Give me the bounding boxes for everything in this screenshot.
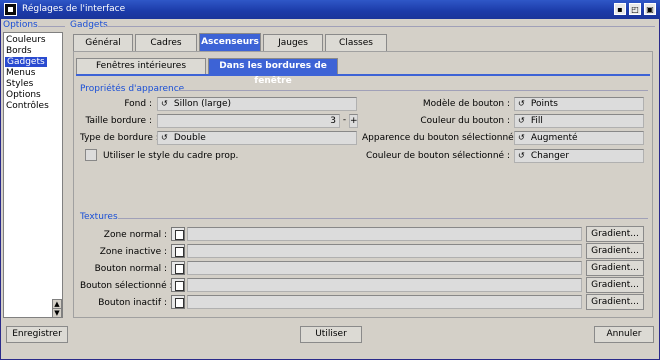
window-title: Réglages de l'interface [22,4,126,14]
modele-cycle[interactable]: ↺ Points [514,97,644,111]
cycle-icon: ↺ [161,99,168,108]
subtab-underline [76,74,650,76]
file-icon[interactable] [171,295,185,309]
fond-cycle[interactable]: ↺ Sillon (large) [157,97,357,111]
cycle-icon: ↺ [518,133,525,142]
file-icon[interactable] [171,244,185,258]
tab-general[interactable]: Général [73,34,133,52]
gadgets-divider [105,26,655,27]
texture-label: Zone normal : [103,230,167,240]
tab-jauges[interactable]: Jauges [263,34,323,52]
fond-label: Fond : [124,99,152,109]
apparence-sel-label: Apparence du bouton sélectionné : [362,133,520,143]
texture-label: Zone inactive : [99,247,167,257]
options-divider [38,26,65,27]
texture-path-input[interactable] [187,244,582,258]
taille-input[interactable]: 3 [157,114,340,128]
list-item-gadgets[interactable]: Gadgets [5,57,47,67]
tab-classes[interactable]: Classes [325,34,387,52]
tab-cadres[interactable]: Cadres [135,34,197,52]
window-menu-icon[interactable] [4,3,17,16]
file-icon[interactable] [171,227,185,241]
tab-ascenseurs[interactable]: Ascenseurs [199,33,261,52]
list-item-bords[interactable]: Bords [6,46,32,56]
subtab-fenetres-interieures[interactable]: Fenêtres intérieures [76,58,206,74]
increment-button[interactable]: + [349,114,358,128]
gradient-button[interactable]: Gradient... [586,294,644,310]
gradient-button[interactable]: Gradient... [586,260,644,276]
options-group-title: Options [3,20,38,30]
scroll-down-icon[interactable]: ▼ [52,308,62,318]
texture-path-input[interactable] [187,295,582,309]
textures-title: Textures [80,212,118,222]
iconify-icon[interactable]: ▪ [614,3,626,15]
texture-label: Bouton inactif : [98,298,167,308]
appearance-divider [178,90,648,91]
gradient-button[interactable]: Gradient... [586,277,644,293]
list-item-options[interactable]: Options [6,90,41,100]
type-bordure-label: Type de bordure : [80,133,159,143]
cancel-button[interactable]: Annuler [594,326,654,343]
taille-label: Taille bordure : [85,116,152,126]
file-icon[interactable] [171,278,185,292]
texture-path-input[interactable] [187,261,582,275]
modele-label: Modèle de bouton : [422,99,510,109]
use-cadre-label: Utiliser le style du cadre prop. [103,151,239,161]
depth-icon[interactable]: ▣ [644,3,656,15]
textures-divider [118,218,648,219]
gadgets-group-title: Gadgets [70,20,108,30]
couleur-sel-label: Couleur de bouton sélectionné : [365,151,510,161]
save-button[interactable]: Enregistrer [6,326,68,343]
list-item-couleurs[interactable]: Couleurs [6,35,46,45]
appearance-title: Propriétés d'apparence [80,84,185,94]
apparence-sel-cycle[interactable]: ↺ Augmenté [514,131,644,145]
zoom-icon[interactable]: ◰ [629,3,641,15]
cycle-icon: ↺ [518,99,525,108]
file-icon[interactable] [171,261,185,275]
texture-label: Bouton normal : [94,264,167,274]
couleur-cycle[interactable]: ↺ Fill [514,114,644,128]
title-bar[interactable]: Réglages de l'interface ▪ ◰ ▣ [0,0,660,19]
options-list[interactable]: Couleurs Bords Gadgets Menus Styles Opti… [3,32,63,318]
texture-label: Bouton sélectionné : [80,281,173,291]
use-cadre-checkbox[interactable] [85,149,97,161]
texture-path-input[interactable] [187,227,582,241]
gradient-button[interactable]: Gradient... [586,243,644,259]
list-item-styles[interactable]: Styles [6,79,33,89]
use-button[interactable]: Utiliser [300,326,362,343]
texture-path-input[interactable] [187,278,582,292]
couleur-label: Couleur du bouton : [420,116,510,126]
cycle-icon: ↺ [518,151,525,160]
cycle-icon: ↺ [161,133,168,142]
decrement-button[interactable]: - [340,114,349,128]
cycle-icon: ↺ [518,116,525,125]
couleur-sel-cycle[interactable]: ↺ Changer [514,149,644,163]
list-item-controles[interactable]: Contrôles [6,101,49,111]
subtab-bordures-fenetre[interactable]: Dans les bordures de fenêtre [208,58,338,86]
gradient-button[interactable]: Gradient... [586,226,644,242]
list-item-menus[interactable]: Menus [6,68,35,78]
type-bordure-cycle[interactable]: ↺ Double [157,131,357,145]
